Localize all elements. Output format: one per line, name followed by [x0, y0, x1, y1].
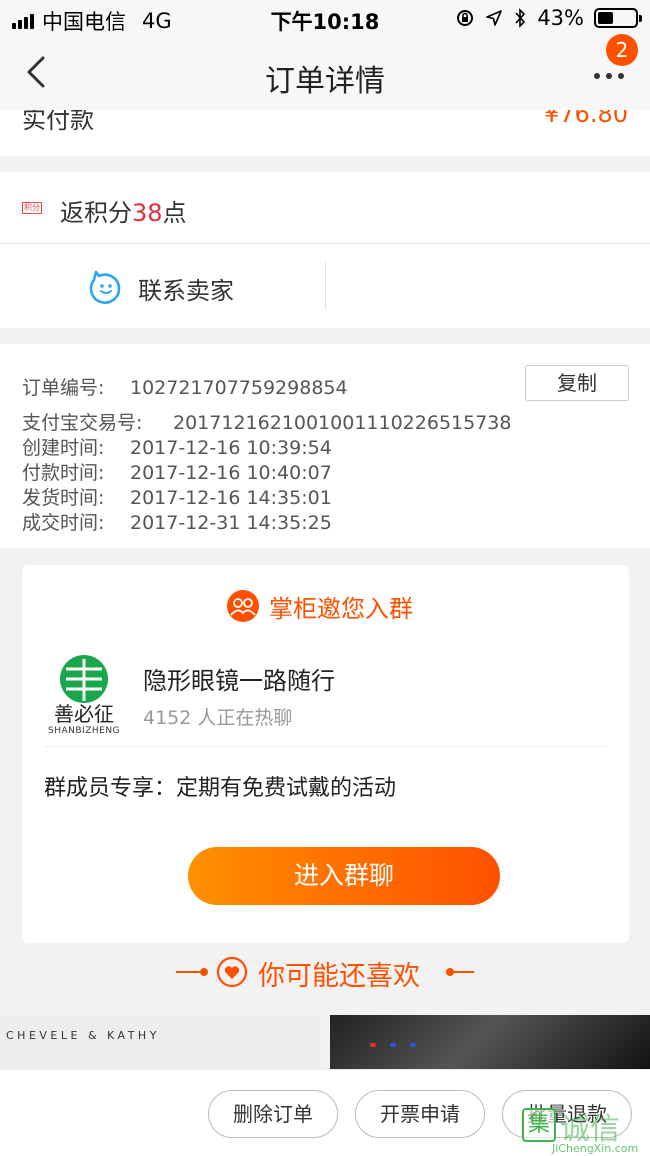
more-dots-icon: [594, 73, 624, 79]
product-card[interactable]: [330, 1015, 650, 1075]
group-perk-text: 群成员专享：定期有免费试戴的活动: [44, 776, 397, 801]
watermark-url: JiChengXin.com: [552, 1142, 639, 1155]
orientation-lock-icon: [457, 10, 474, 26]
info-label: 付款时间:: [22, 462, 105, 484]
contact-seller-button[interactable]: 联系卖家: [0, 244, 325, 328]
page-title: 订单详情: [265, 64, 385, 99]
points-row: 积分 返积分38点: [0, 172, 650, 244]
group-member-count: 4152 人正在热聊: [143, 707, 293, 729]
info-value: 2017-12-16 10:39:54: [130, 437, 332, 459]
battery-icon: [594, 8, 642, 28]
location-arrow-icon: [486, 10, 503, 26]
logo-subtitle: SHANBIZHENG: [48, 726, 121, 736]
watermark: 集 诚信 JiChengXin.com: [522, 1100, 642, 1156]
order-info-section: 订单编号: 102721707759298854 复制 支付宝交易号: 201712…: [0, 344, 650, 548]
points-amount: 38: [132, 199, 163, 227]
copy-button[interactable]: 复制: [525, 365, 629, 401]
watermark-badge: 集: [522, 1108, 556, 1142]
product-image-detail: [390, 1043, 396, 1047]
status-bar: 中国电信 4G 下午10:18 43%: [0, 0, 650, 38]
payment-amount: ¥76.80: [544, 110, 628, 128]
product-brand: CHEVELE & KATHY: [6, 1029, 160, 1042]
points-icon: 积分: [22, 202, 42, 214]
bluetooth-icon: [515, 8, 526, 28]
info-value: 2017-12-31 14:35:25: [130, 512, 332, 534]
shipped-time-line: 发货时间: 2017-12-16 14:35:01: [22, 483, 332, 510]
info-label: 支付宝交易号:: [22, 412, 143, 434]
info-label: 发货时间:: [22, 487, 105, 509]
info-label: 订单编号:: [22, 377, 105, 399]
payment-label: 实付款: [22, 110, 94, 134]
invoice-request-button[interactable]: 开票申请: [355, 1090, 485, 1138]
invite-title: 掌柜邀您入群: [269, 595, 413, 623]
product-image-detail: [370, 1043, 376, 1047]
group-people-icon: [227, 590, 259, 622]
created-time-line: 创建时间: 2017-12-16 10:39:54: [22, 433, 332, 460]
chat-bubble-icon: [89, 270, 121, 304]
group-invite-card: 掌柜邀您入群 善必征 SHANBIZHENG 隐形眼镜一路随行 4152 人正在…: [22, 565, 629, 943]
contact-seller-label: 联系卖家: [138, 277, 234, 305]
notification-badge: 2: [606, 34, 638, 66]
paid-time-line: 付款时间: 2017-12-16 10:40:07: [22, 458, 332, 485]
product-image-detail: [410, 1043, 416, 1047]
alipay-trade-line: 支付宝交易号: 2017121621001001110226515738: [22, 408, 511, 435]
recommend-header: 你可能还喜欢: [0, 943, 650, 1015]
info-value: 2017-12-16 10:40:07: [130, 462, 332, 484]
info-label: 创建时间:: [22, 437, 105, 459]
decor-dot: [200, 968, 208, 976]
points-prefix: 返积分: [60, 199, 132, 227]
decor-line: [450, 971, 474, 973]
delete-order-button[interactable]: 删除订单: [208, 1090, 338, 1138]
info-value: 2017-12-16 14:35:01: [130, 487, 332, 509]
payment-row: 实付款 ¥76.80: [0, 110, 650, 156]
product-card[interactable]: CHEVELE & KATHY: [0, 1015, 320, 1075]
battery-level: [598, 12, 613, 24]
info-value: 102721707759298854: [130, 377, 348, 399]
status-right: 43%: [455, 6, 642, 30]
points-suffix: 点: [162, 199, 187, 227]
heart-icon: [216, 956, 248, 988]
contact-row: 联系卖家: [0, 244, 650, 328]
completed-time-line: 成交时间: 2017-12-31 14:35:25: [22, 508, 332, 535]
order-number-line: 订单编号: 102721707759298854: [22, 373, 348, 400]
group-name: 隐形眼镜一路随行: [143, 667, 335, 695]
divider: [325, 262, 326, 310]
logo-text: 善必征: [54, 702, 114, 726]
info-value: 2017121621001001110226515738: [173, 412, 512, 434]
info-label: 成交时间:: [22, 512, 105, 534]
divider: [44, 746, 607, 747]
battery-percent: 43%: [537, 6, 584, 30]
points-text: 返积分38点: [60, 193, 187, 228]
recommend-title: 你可能还喜欢: [258, 961, 420, 992]
join-group-button[interactable]: 进入群聊: [188, 847, 500, 905]
nav-bar: 订单详情: [0, 38, 650, 110]
